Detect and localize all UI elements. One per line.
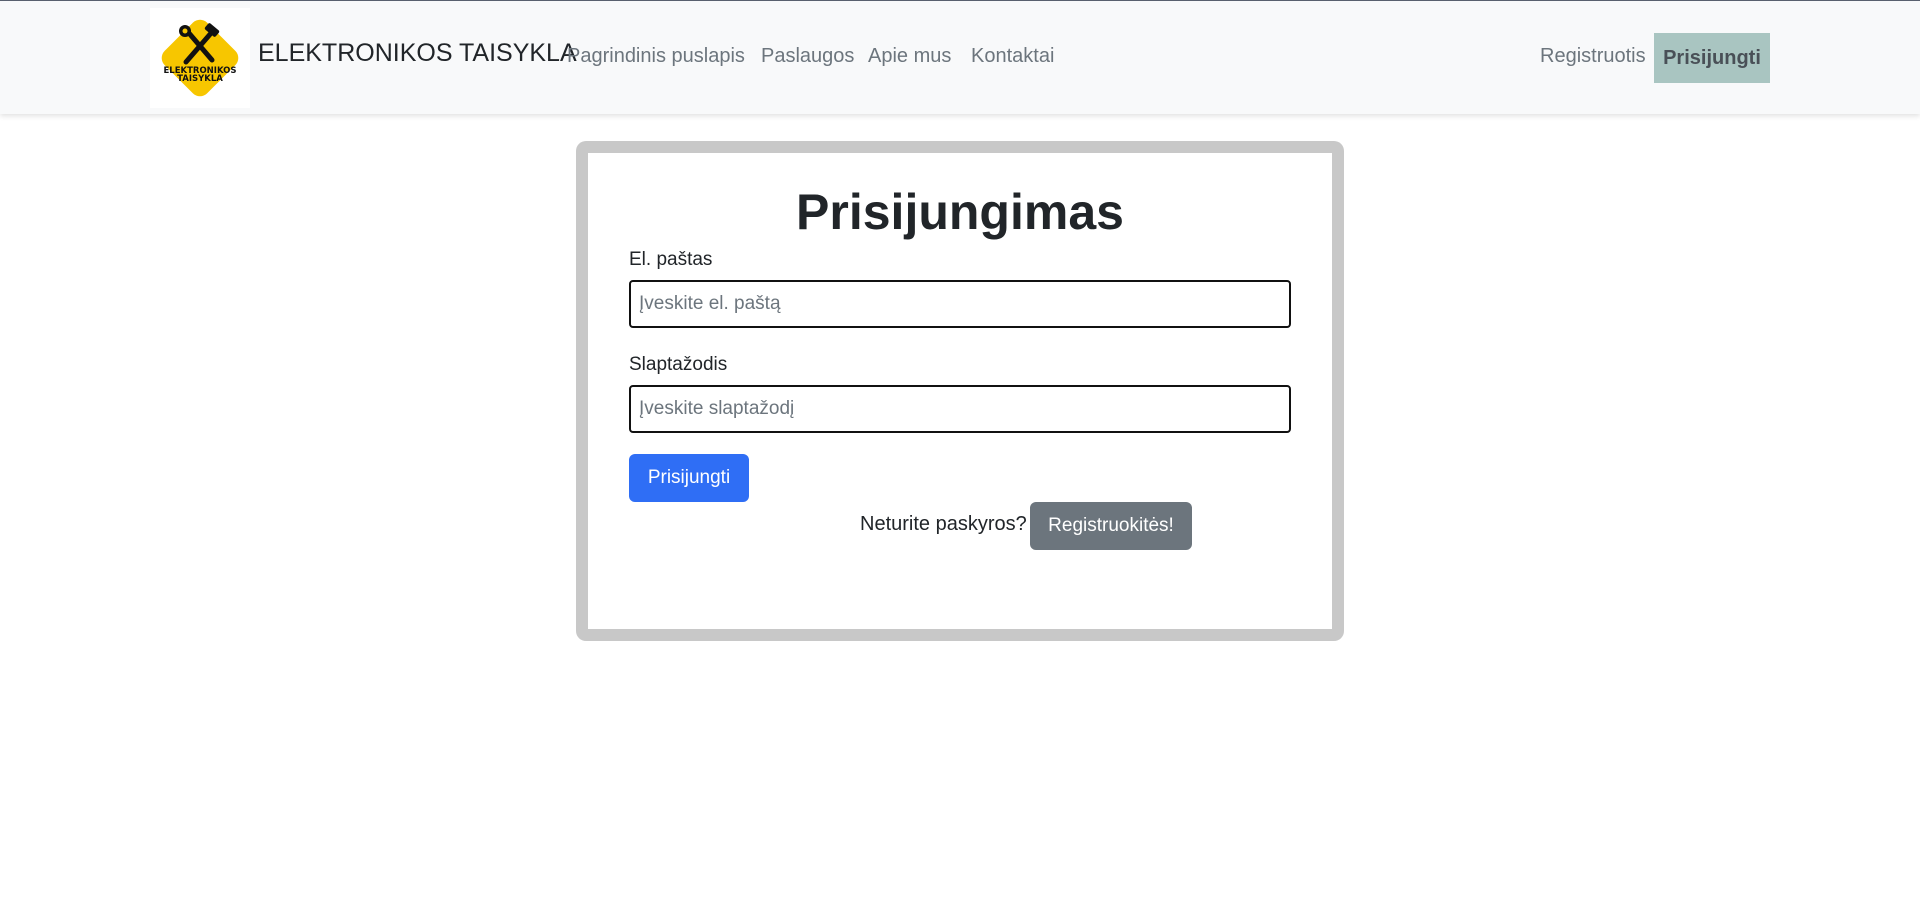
register-button[interactable]: Registruokitės! bbox=[1030, 502, 1192, 550]
nav-register-link[interactable]: Registruotis bbox=[1540, 45, 1646, 68]
wrench-hammer-icon: ELEKTRONIKOS TAISYKLA bbox=[161, 19, 239, 97]
nav-link-contacts[interactable]: Kontaktai bbox=[971, 45, 1054, 68]
nav-link-about[interactable]: Apie mus bbox=[868, 45, 951, 68]
login-submit-button[interactable]: Prisijungti bbox=[629, 454, 749, 502]
nav-link-home[interactable]: Pagrindinis puslapis bbox=[567, 45, 745, 68]
brand-name[interactable]: ELEKTRONIKOS TAISYKLA bbox=[258, 39, 577, 68]
page-title: Prisijungimas bbox=[796, 184, 1124, 240]
email-field[interactable] bbox=[629, 280, 1291, 328]
no-account-text: Neturite paskyros? bbox=[860, 513, 1027, 535]
navbar: ELEKTRONIKOS TAISYKLA ELEKTRONIKOS TAISY… bbox=[0, 1, 1920, 114]
email-label: El. paštas bbox=[629, 249, 713, 270]
nav-link-services[interactable]: Paslaugos bbox=[761, 45, 854, 68]
logo[interactable]: ELEKTRONIKOS TAISYKLA bbox=[150, 8, 250, 108]
nav-login-link-active[interactable]: Prisijungti bbox=[1654, 33, 1770, 83]
password-field[interactable] bbox=[629, 385, 1291, 433]
login-card-frame: Prisijungimas El. paštas Slaptažodis Pri… bbox=[576, 141, 1344, 641]
login-card: Prisijungimas El. paštas Slaptažodis Pri… bbox=[588, 153, 1332, 629]
logo-text-line2: TAISYKLA bbox=[177, 74, 223, 84]
password-label: Slaptažodis bbox=[629, 354, 728, 375]
